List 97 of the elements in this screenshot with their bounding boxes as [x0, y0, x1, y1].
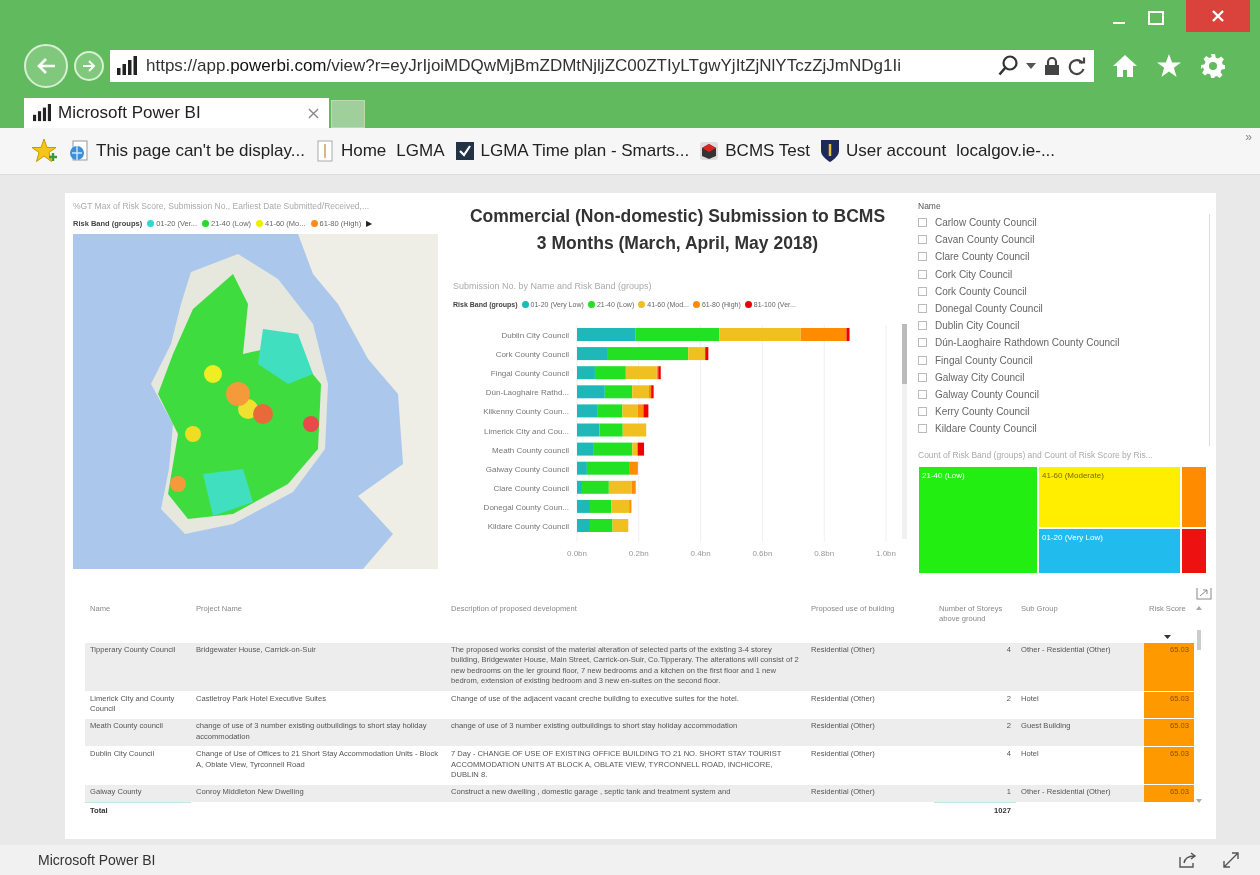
slicer-item[interactable]: Donegal County Council — [935, 303, 1043, 315]
cube-icon — [699, 141, 720, 161]
bar — [577, 423, 600, 437]
category-label: Kilkenny County Coun... — [483, 407, 569, 417]
category-label: Meath County council — [492, 445, 569, 455]
checkbox[interactable] — [918, 235, 927, 245]
slicer-item[interactable]: Carlow County Council — [935, 217, 1037, 229]
globe-page-icon — [68, 140, 90, 162]
favorite-link[interactable]: localgov.ie-... — [956, 141, 1056, 161]
checkbox-icon — [454, 141, 475, 161]
category-label: Clare County Council — [493, 483, 569, 493]
home-icon[interactable] — [1112, 54, 1138, 78]
sort-icon[interactable] — [1164, 635, 1171, 639]
shield-icon — [820, 139, 840, 163]
focus-mode-icon[interactable] — [1196, 588, 1212, 600]
treemap-tile: 21-40 (Low) — [918, 466, 1038, 574]
forward-button[interactable] — [74, 51, 104, 81]
slicer-item[interactable]: Clare County Council — [935, 251, 1030, 263]
checkbox[interactable] — [918, 321, 927, 331]
checkbox[interactable] — [918, 407, 927, 417]
category-label: Donegal County Coun... — [483, 502, 569, 512]
bar-chart-icon — [32, 104, 52, 122]
settings-icon[interactable] — [1200, 53, 1226, 79]
category-label: Dún-Laoghaire Rathd... — [485, 388, 569, 398]
checkbox[interactable] — [918, 252, 927, 262]
favorite-link[interactable]: Home — [340, 141, 387, 161]
category-label: Limerick City and Cou... — [484, 426, 569, 436]
checkbox[interactable] — [918, 372, 927, 382]
checkbox[interactable] — [918, 424, 927, 434]
favorite-link[interactable]: User account — [846, 141, 947, 161]
treemap-tile: 01-20 (Very Low) — [1038, 528, 1181, 574]
slicer-item[interactable]: Galway City Council — [935, 371, 1025, 383]
slicer-title: Name — [918, 201, 942, 211]
slicer-item[interactable]: Kerry County Council — [935, 406, 1030, 418]
category-label: Kildare County Council — [487, 522, 569, 531]
footer-title: Microsoft Power BI — [38, 852, 157, 868]
legend-next-button[interactable]: ▶ — [366, 219, 373, 228]
visual-title: Count of Risk Band (groups) and Count of Risk Score by Ris... — [918, 450, 1154, 460]
tick-label: 0.6bn — [752, 549, 773, 558]
slicer-item[interactable]: Cork County Council — [935, 285, 1027, 297]
back-arrow-icon — [35, 56, 57, 76]
checkbox[interactable] — [918, 304, 927, 314]
bar — [577, 385, 605, 399]
category-label: Cork County Council — [495, 350, 569, 360]
star-add-icon[interactable] — [32, 138, 58, 164]
visual-title: %GT Max of Risk Score, Submission No., Earliest Date Submitted/Received,... — [73, 201, 371, 211]
favorite-link[interactable]: This page can't be display... — [96, 141, 305, 161]
close-icon[interactable] — [308, 107, 319, 119]
maximize-icon[interactable] — [1148, 11, 1164, 25]
lock-icon — [1044, 56, 1060, 76]
tick-label: 0.0bn — [567, 549, 587, 558]
slicer-item[interactable]: Dublin City Council — [935, 320, 1020, 332]
tick-label: 1.0bn — [876, 549, 896, 558]
close-icon — [1212, 10, 1224, 22]
slicer-item[interactable]: Kildare County Council — [935, 423, 1037, 435]
page-icon — [314, 140, 335, 162]
checkbox[interactable] — [918, 218, 927, 228]
slicer-item[interactable]: Cavan County Council — [935, 234, 1035, 246]
bar — [599, 423, 623, 437]
back-button[interactable] — [24, 44, 68, 88]
star-icon[interactable] — [1156, 54, 1182, 78]
more-favorites-button[interactable]: » — [1245, 130, 1252, 144]
scrollbar[interactable] — [902, 324, 907, 539]
browser-tab[interactable]: Microsoft Power BI — [24, 98, 329, 128]
expand-icon[interactable] — [1222, 851, 1240, 869]
tick-label: 0.2bn — [628, 549, 649, 558]
bar — [622, 423, 647, 437]
report-title: Commercial (Non-domestic) Submission to BCMS 3 Months (March, April, May 2018) — [468, 205, 887, 255]
favorite-link[interactable]: BCMS Test — [725, 141, 810, 161]
bar-chart-icon — [116, 56, 138, 76]
url-text: https://app.powerbi.com/view?r=eyJrIjoiMDQwMjBmZDMtNjljZC00ZTIyLTgwYjItZjNlYTczZjJmNDg1Ii — [146, 56, 902, 76]
tick-label: 0.8bn — [814, 549, 835, 558]
forward-arrow-icon — [82, 59, 96, 73]
slicer-item[interactable]: Dún-Laoghaire Rathdown County Council — [935, 337, 1120, 349]
checkbox[interactable] — [918, 269, 927, 279]
category-label: Galway County Council — [485, 464, 569, 474]
treemap-tile: 41-60 (Moderate) — [1038, 466, 1181, 528]
checkbox[interactable] — [918, 286, 927, 296]
tick-label: 0.4bn — [690, 549, 711, 558]
bar — [577, 404, 598, 418]
chart-title: Submission No. by Name and Risk Band (groups) — [452, 281, 653, 291]
checkbox[interactable] — [918, 389, 927, 399]
favorite-link[interactable]: LGMA — [396, 141, 445, 161]
checkbox[interactable] — [918, 338, 927, 348]
share-icon[interactable] — [1178, 851, 1198, 869]
category-label: Dublin City Council — [501, 331, 569, 340]
favorite-link[interactable]: LGMA Time plan - Smarts... — [480, 141, 690, 161]
refresh-icon[interactable] — [1068, 56, 1086, 76]
search-icon[interactable] — [998, 55, 1018, 77]
caret-icon[interactable] — [1026, 63, 1036, 69]
address-bar[interactable]: https://app.powerbi.com/view?r=eyJrIjoiMDQwMjBmZDMtNjljZC00ZTIyLTgwYjItZjNlYTczZjJmNDg1Ii — [110, 50, 1094, 82]
slicer-item[interactable]: Galway County Council — [935, 388, 1039, 400]
slicer-item[interactable]: Fingal County Council — [935, 354, 1033, 366]
slicer-item[interactable]: Cork City Council — [935, 268, 1013, 280]
category-label: Fingal County Council — [490, 369, 569, 379]
close-button[interactable] — [1186, 0, 1250, 32]
checkbox[interactable] — [918, 355, 927, 365]
